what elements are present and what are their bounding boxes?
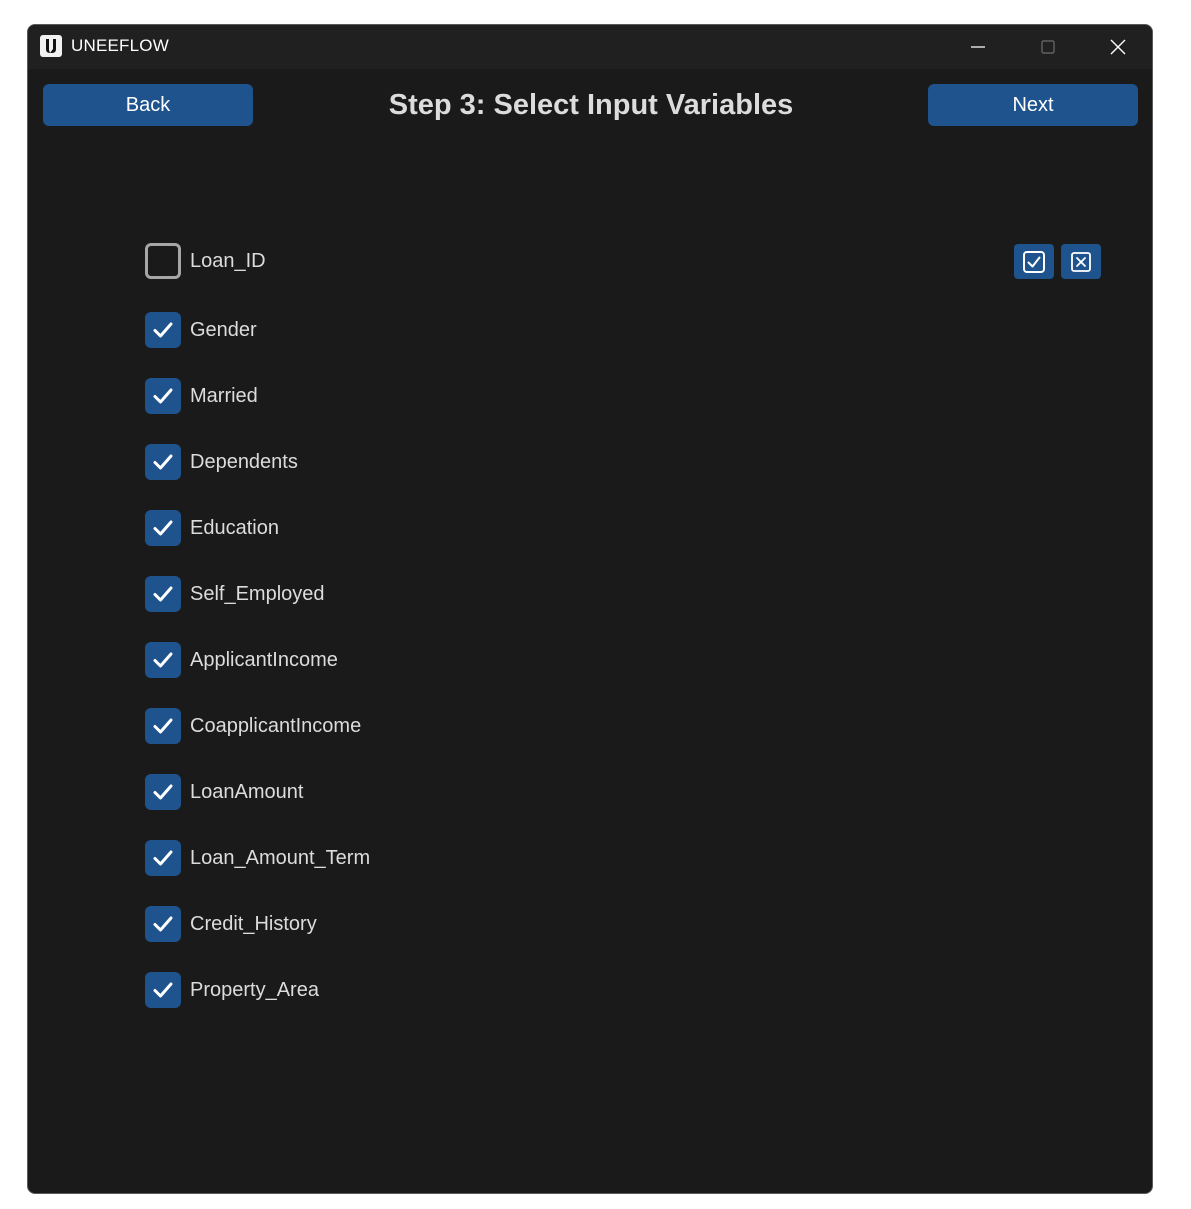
variable-row[interactable]: LoanAmount [145,774,303,810]
check-icon [153,652,173,668]
checkbox[interactable] [145,840,181,876]
check-icon [153,982,173,998]
variable-label: Dependents [190,450,298,473]
variable-label: LoanAmount [190,780,304,803]
variable-row[interactable]: Credit_History [145,906,317,942]
minimize-icon[interactable] [943,25,1013,69]
close-icon[interactable] [1083,25,1152,69]
variable-row[interactable]: Education [145,510,279,546]
variable-row[interactable]: Loan_ID [145,243,266,279]
checkbox-checked-icon [1023,250,1045,273]
variable-row[interactable]: Dependents [145,444,298,480]
variable-label: Gender [190,318,257,341]
variable-label: CoapplicantIncome [190,714,362,737]
checkbox-x-icon [1071,251,1091,272]
check-icon [153,454,173,470]
app-window: UNEEFLOW Back Step 3: Select Input Varia… [27,24,1153,1194]
checkbox[interactable] [145,642,181,678]
window-title: UNEEFLOW [71,36,169,55]
variable-label: ApplicantIncome [190,648,338,671]
check-icon [153,850,173,866]
check-icon [153,586,173,602]
app-logo-icon [40,35,62,57]
checkbox[interactable] [145,906,181,942]
checkbox[interactable] [145,576,181,612]
checkbox[interactable] [145,378,181,414]
variable-row[interactable]: Loan_Amount_Term [145,840,370,876]
check-icon [153,388,173,404]
checkbox[interactable] [145,774,181,810]
check-icon [153,784,173,800]
maximize-icon[interactable] [1013,25,1083,69]
checkbox[interactable] [145,510,181,546]
variable-row[interactable]: Self_Employed [145,576,325,612]
next-button[interactable]: Next [928,84,1138,126]
variable-label: Self_Employed [190,582,325,605]
deselect-all-button[interactable] [1061,244,1101,279]
variable-row[interactable]: CoapplicantIncome [145,708,361,744]
variable-row[interactable]: Married [145,378,258,414]
variable-row[interactable]: ApplicantIncome [145,642,338,678]
variable-label: Loan_ID [190,249,266,272]
checkbox[interactable] [145,312,181,348]
check-icon [153,322,173,338]
variable-label: Education [190,516,279,539]
check-icon [153,520,173,536]
variable-row[interactable]: Gender [145,312,257,348]
variable-label: Loan_Amount_Term [190,846,371,869]
checkbox[interactable] [145,972,181,1008]
title-bar: UNEEFLOW [28,25,1152,69]
select-all-button[interactable] [1014,244,1054,279]
variable-label: Married [190,384,258,407]
checkbox[interactable] [145,444,181,480]
check-icon [153,718,173,734]
checkbox[interactable] [145,243,181,279]
variable-label: Property_Area [190,978,319,1001]
variable-row[interactable]: Property_Area [145,972,319,1008]
check-icon [153,916,173,932]
variable-label: Credit_History [190,912,317,935]
checkbox[interactable] [145,708,181,744]
